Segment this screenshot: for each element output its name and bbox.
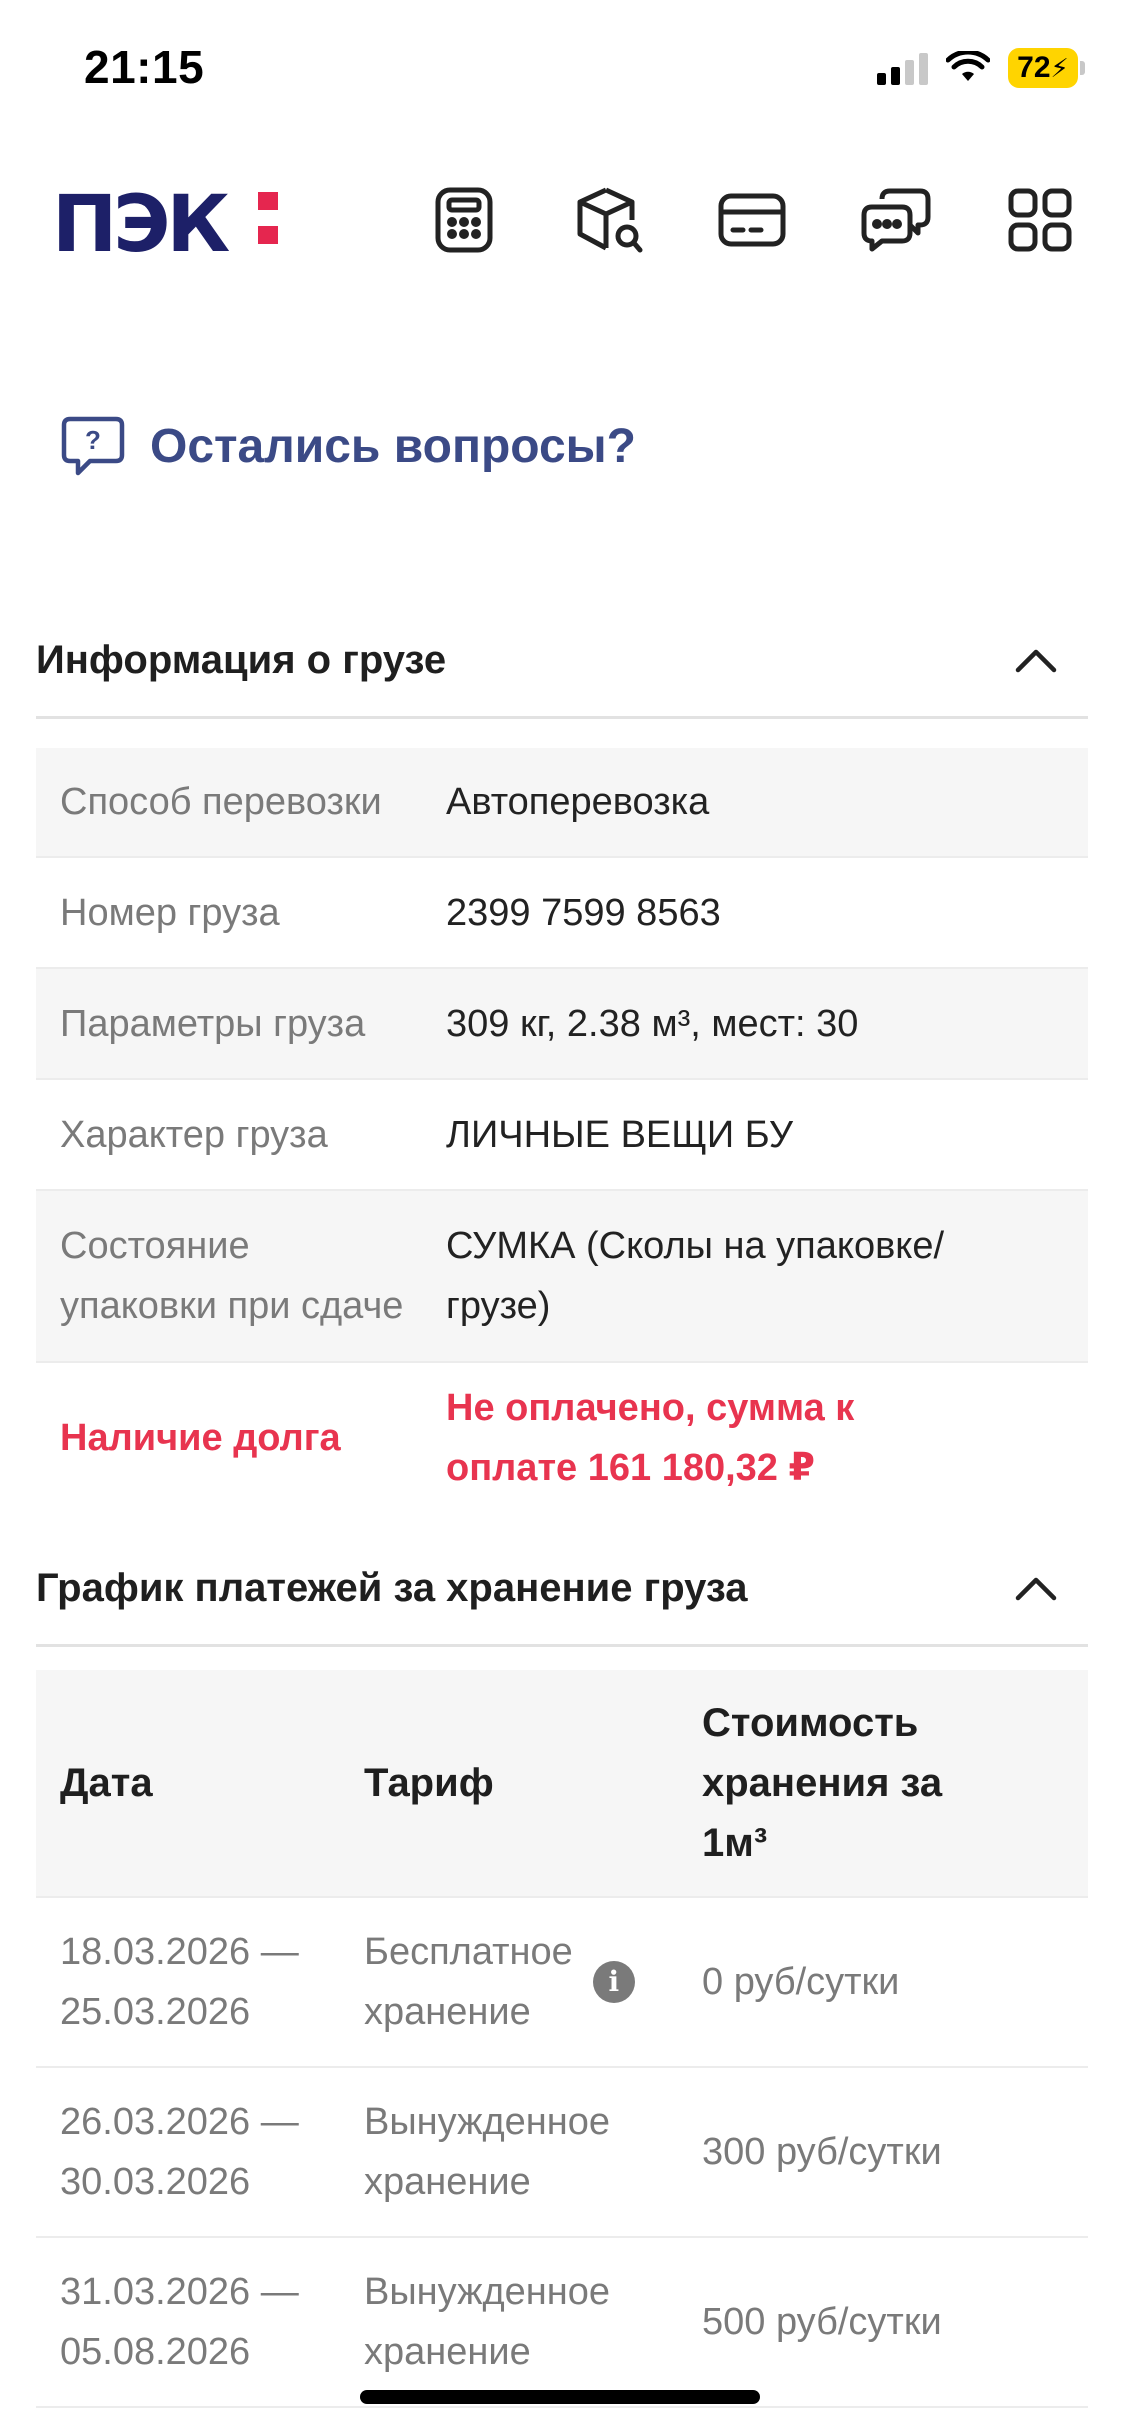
date-from: 18.03.2026 — (60, 1931, 299, 1973)
tariff-line: Вынужденное (364, 2101, 611, 2143)
tariff-cell: Вынужденное хранение (364, 2092, 702, 2212)
table-row: 26.03.2026 — 30.03.2026 Вынужденное хран… (36, 2068, 1088, 2238)
section-divider (36, 1644, 1088, 1647)
table-row: 18.03.2026 — 25.03.2026 Бесплатное хране… (36, 1898, 1088, 2068)
date-cell: 31.03.2026 — 05.08.2026 (36, 2262, 364, 2382)
cargo-info-title: Информация о грузе (36, 637, 447, 682)
column-header-cost: Стоимость хранения за 1м³ (702, 1693, 1088, 1873)
cargo-info-header[interactable]: Информация о грузе (36, 630, 1088, 690)
info-value-line: грузе) (446, 1285, 551, 1327)
chevron-up-icon[interactable] (1014, 646, 1058, 674)
tariff-line: хранение (364, 2331, 531, 2373)
info-label-line: упаковки при сдаче (60, 1285, 404, 1327)
date-to: 25.03.2026 (60, 1991, 251, 2033)
calculator-icon[interactable] (424, 180, 504, 260)
info-label: Параметры груза (60, 1002, 366, 1045)
card-icon[interactable] (712, 180, 792, 260)
tariff-cell: Бесплатное хранение i (364, 1922, 702, 2042)
date-from: 26.03.2026 — (60, 2101, 299, 2143)
column-header-tariff: Тариф (364, 1761, 494, 1805)
info-row-transport: Способ перевозки Автоперевозка (36, 748, 1088, 858)
svg-text:?: ? (85, 425, 101, 455)
logo-colon-mark (258, 192, 280, 260)
date-to: 05.08.2026 (60, 2331, 251, 2373)
cost-cell: 300 руб/сутки (702, 2131, 942, 2173)
info-row-nature: Характер груза ЛИЧНЫЕ ВЕЩИ БУ (36, 1080, 1088, 1191)
cellular-signal-icon (877, 51, 928, 85)
question-bubble-icon: ? (61, 416, 125, 476)
table-row: 31.03.2026 — 05.08.2026 Вынужденное хран… (36, 2238, 1088, 2408)
chat-icon[interactable] (856, 180, 936, 260)
column-header-line: хранения за (702, 1761, 943, 1805)
column-header-line: Стоимость (702, 1701, 919, 1745)
cost-cell: 0 руб/сутки (702, 1961, 900, 2003)
info-label-line: Состояние (60, 1225, 250, 1267)
table-header: Дата Тариф Стоимость хранения за 1м³ (36, 1670, 1088, 1898)
info-row-cargo-number: Номер груза 2399 7599 8563 (36, 858, 1088, 969)
status-bar: 21:15 72 ⚡ (0, 0, 1125, 140)
info-value-line: СУМКА (Сколы на упаковке/ (446, 1225, 945, 1267)
status-time: 21:15 (84, 41, 205, 93)
date-from: 31.03.2026 — (60, 2271, 299, 2313)
battery-level: 72 (1017, 51, 1051, 84)
status-indicators: 72 ⚡ (877, 48, 1085, 88)
info-value: ЛИЧНЫЕ ВЕЩИ БУ (446, 1113, 793, 1156)
questions-label: Остались вопросы? (150, 419, 636, 473)
questions-link[interactable]: ? Остались вопросы? (60, 415, 636, 477)
storage-schedule-header[interactable]: График платежей за хранение груза (36, 1558, 1088, 1618)
column-header-line: 1м³ (702, 1821, 768, 1865)
storage-schedule-title: График платежей за хранение груза (36, 1565, 748, 1610)
wifi-icon (946, 51, 990, 81)
home-indicator[interactable] (360, 2390, 760, 2404)
info-label: Характер груза (60, 1113, 328, 1156)
pek-logo[interactable]: ПЭК (52, 186, 230, 264)
cost-cell: 500 руб/сутки (702, 2301, 942, 2343)
date-cell: 18.03.2026 — 25.03.2026 (36, 1922, 364, 2042)
info-label: Номер груза (60, 891, 280, 934)
tariff-line: хранение (364, 2161, 531, 2203)
tariff-line: Вынужденное (364, 2271, 611, 2313)
package-search-icon[interactable] (568, 180, 648, 260)
storage-schedule-table: Дата Тариф Стоимость хранения за 1м³ 18.… (36, 1670, 1088, 2408)
debt-value-line: Не оплачено, сумма к (446, 1387, 855, 1429)
date-to: 30.03.2026 (60, 2161, 251, 2203)
debt-label: Наличие долга (60, 1417, 341, 1459)
battery-icon: 72 ⚡ (1008, 48, 1085, 88)
cargo-info-table: Способ перевозки Автоперевозка Номер гру… (36, 748, 1088, 1513)
debt-value: Не оплачено, сумма к оплате 161 180,32 ₽ (446, 1378, 1088, 1498)
info-value: 309 кг, 2.38 м³, мест: 30 (446, 1002, 859, 1045)
app-header: ПЭК (0, 170, 1125, 270)
info-label: Способ перевозки (60, 781, 382, 823)
section-divider (36, 716, 1088, 719)
date-cell: 26.03.2026 — 30.03.2026 (36, 2092, 364, 2212)
info-label: Состояние упаковки при сдаче (36, 1216, 446, 1336)
info-row-debt: Наличие долга Не оплачено, сумма к оплат… (36, 1363, 1088, 1513)
debt-value-line: оплате 161 180,32 ₽ (446, 1447, 815, 1489)
tariff-cell: Вынужденное хранение (364, 2262, 702, 2382)
chevron-up-icon[interactable] (1014, 1574, 1058, 1602)
grid-menu-icon[interactable] (1000, 180, 1080, 260)
info-row-params: Параметры груза 309 кг, 2.38 м³, мест: 3… (36, 969, 1088, 1080)
info-icon[interactable]: i (592, 1961, 635, 2003)
info-value[interactable]: 2399 7599 8563 (446, 883, 1088, 943)
info-value: СУМКА (Сколы на упаковке/ грузе) (446, 1216, 1088, 1336)
info-row-packaging: Состояние упаковки при сдаче СУМКА (Скол… (36, 1191, 1088, 1363)
tariff-line: Бесплатное (364, 1931, 573, 1973)
info-value: Автоперевозка (446, 781, 710, 823)
column-header-date: Дата (60, 1761, 153, 1805)
tariff-line: хранение (364, 1991, 531, 2033)
